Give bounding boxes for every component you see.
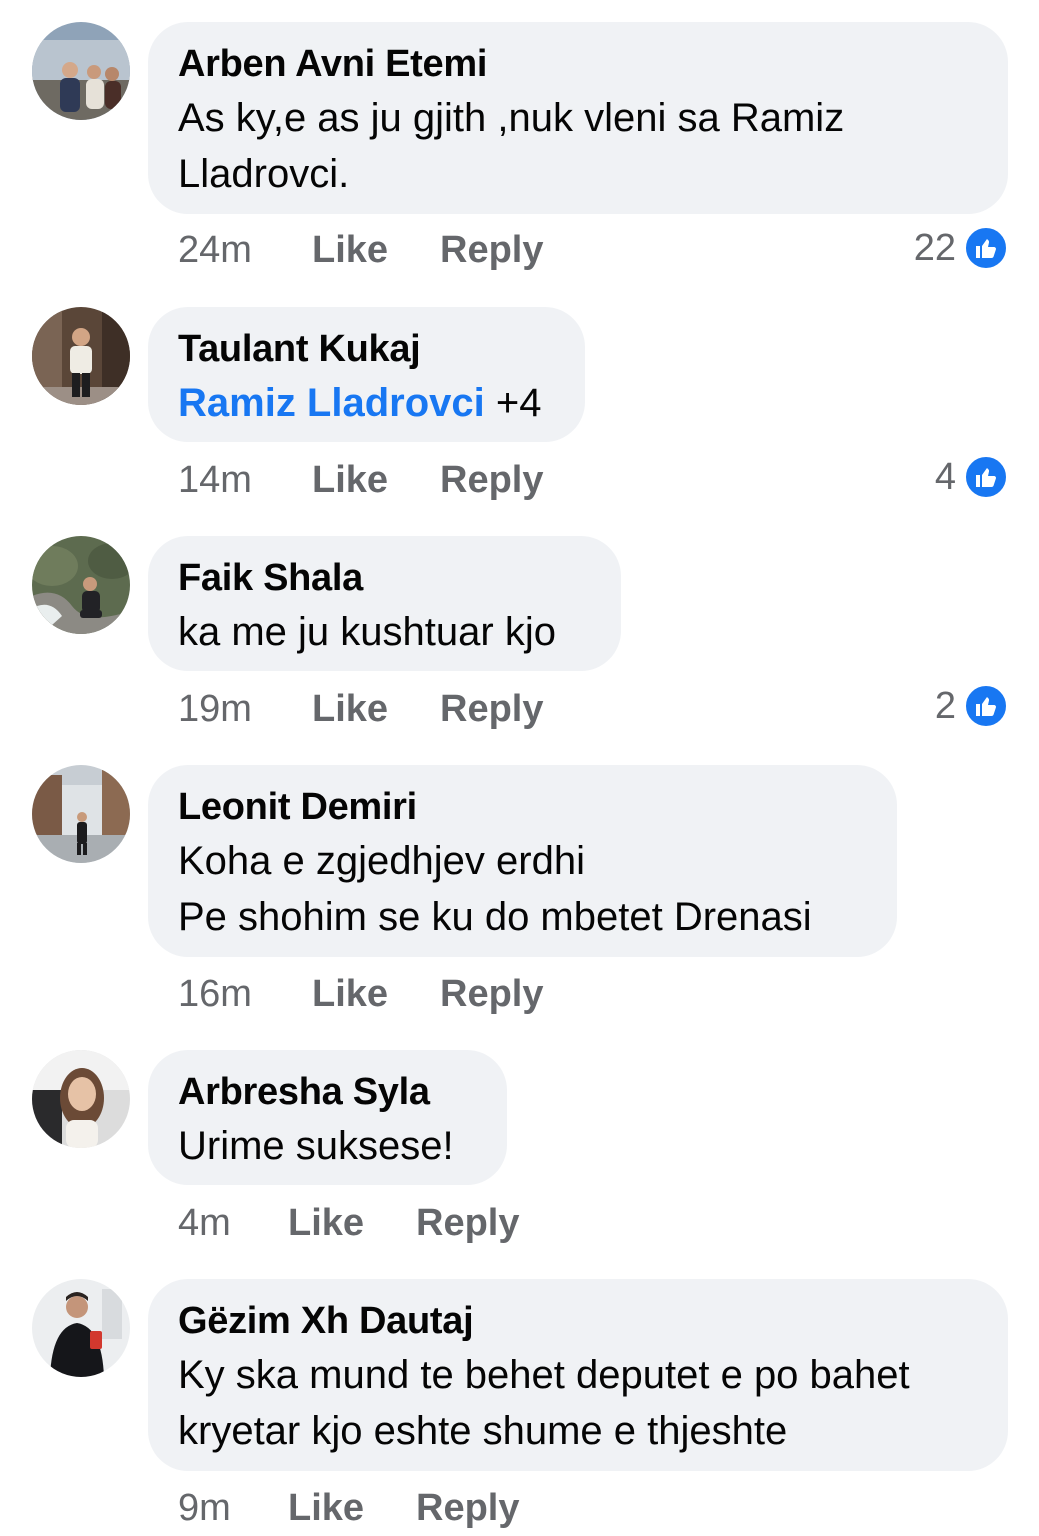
- avatar[interactable]: [32, 1279, 130, 1377]
- avatar[interactable]: [32, 307, 130, 405]
- avatar[interactable]: [32, 1050, 130, 1148]
- avatar[interactable]: [32, 22, 130, 120]
- like-reaction-icon: [964, 684, 1008, 728]
- comment-text: Urime suksese!: [178, 1124, 454, 1168]
- like-button[interactable]: Like: [312, 966, 388, 1022]
- avatar[interactable]: [32, 765, 130, 863]
- reaction-summary[interactable]: 4: [935, 449, 1008, 505]
- avatar-photo: [32, 22, 130, 120]
- comment-bubble: Faik Shala ka me ju kushtuar kjo: [148, 536, 621, 671]
- comment-author[interactable]: Arben Avni Etemi: [178, 38, 978, 90]
- comment-author[interactable]: Taulant Kukaj: [178, 323, 555, 375]
- reaction-summary[interactable]: 22: [914, 220, 1008, 276]
- like-button[interactable]: Like: [312, 452, 388, 508]
- comment-time[interactable]: 14m: [178, 452, 252, 508]
- comment-time[interactable]: 16m: [178, 966, 252, 1022]
- mention-link[interactable]: Ramiz Lladrovci: [178, 381, 485, 425]
- comment-text: Ramiz Lladrovci +4: [178, 375, 555, 431]
- comment-author[interactable]: Leonit Demiri: [178, 781, 867, 833]
- reply-button[interactable]: Reply: [416, 1480, 519, 1536]
- comment-text: Koha e zgjedhjev erdhi Pe shohim se ku d…: [178, 839, 812, 939]
- reply-button[interactable]: Reply: [440, 452, 543, 508]
- comment-time[interactable]: 19m: [178, 681, 252, 737]
- reaction-count: 22: [913, 226, 956, 269]
- avatar[interactable]: [32, 536, 130, 634]
- comment-author[interactable]: Arbresha Syla: [178, 1066, 477, 1118]
- comment-bubble: Arbresha Syla Urime suksese!: [148, 1050, 507, 1185]
- reply-button[interactable]: Reply: [440, 222, 543, 278]
- avatar-photo: [32, 536, 130, 634]
- reply-button[interactable]: Reply: [440, 681, 543, 737]
- avatar-photo: [32, 1279, 130, 1377]
- comment-text: Ky ska mund te behet deputet e po bahet …: [178, 1353, 910, 1453]
- avatar-photo: [32, 307, 130, 405]
- reaction-summary[interactable]: 2: [935, 678, 1008, 734]
- like-button[interactable]: Like: [312, 222, 388, 278]
- avatar-photo: [32, 1050, 130, 1148]
- like-button[interactable]: Like: [288, 1195, 364, 1251]
- like-button[interactable]: Like: [312, 681, 388, 737]
- comment-author[interactable]: Faik Shala: [178, 552, 591, 604]
- like-reaction-icon: [964, 226, 1008, 270]
- comment-bubble: Arben Avni Etemi As ky,e as ju gjith ,nu…: [148, 22, 1008, 214]
- comment-time[interactable]: 24m: [178, 222, 252, 278]
- reply-button[interactable]: Reply: [416, 1195, 519, 1251]
- comment-time[interactable]: 9m: [178, 1480, 231, 1536]
- reply-button[interactable]: Reply: [440, 966, 543, 1022]
- comment-bubble: Gëzim Xh Dautaj Ky ska mund te behet dep…: [148, 1279, 1008, 1471]
- mention-more-count[interactable]: +4: [485, 381, 542, 425]
- comment-bubble: Taulant Kukaj Ramiz Lladrovci +4: [148, 307, 585, 442]
- reaction-count: 4: [934, 455, 956, 498]
- comment-text: ka me ju kushtuar kjo: [178, 610, 556, 654]
- avatar-photo: [32, 765, 130, 863]
- reaction-count: 2: [934, 684, 956, 727]
- comment-bubble: Leonit Demiri Koha e zgjedhjev erdhi Pe …: [148, 765, 897, 957]
- comment-time[interactable]: 4m: [178, 1195, 231, 1251]
- comment-text: As ky,e as ju gjith ,nuk vleni sa Ramiz …: [178, 96, 845, 196]
- like-button[interactable]: Like: [288, 1480, 364, 1536]
- comment-author[interactable]: Gëzim Xh Dautaj: [178, 1295, 978, 1347]
- like-reaction-icon: [964, 455, 1008, 499]
